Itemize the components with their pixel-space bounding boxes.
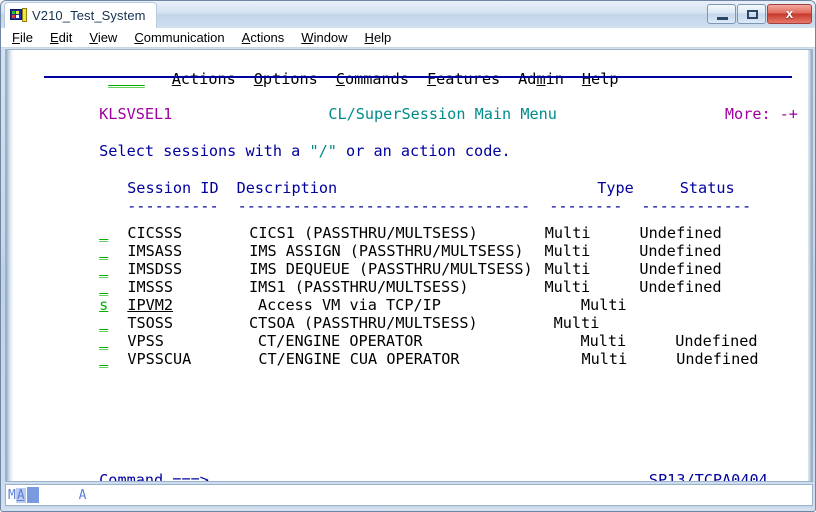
instruction-text-part1: Select sessions with a bbox=[99, 142, 310, 161]
window-title-tab[interactable]: V210_Test_System bbox=[4, 2, 157, 28]
more-indicator: -+ bbox=[779, 105, 798, 124]
action-bar-input[interactable]: ____ bbox=[108, 70, 145, 88]
menu-item-file[interactable]: File bbox=[12, 30, 33, 46]
panel-header-row: KLSVSEL1 CL/SuperSession Main Menu More: -+ bbox=[14, 87, 808, 123]
close-button[interactable]: x bbox=[767, 3, 812, 24]
table-row[interactable]: _ IMSDSS IMS DEQUEUE (PASSTHRU/MULTSESS) Mu… bbox=[14, 242, 808, 278]
column-header-row: Session ID Description Type Status bbox=[14, 161, 808, 197]
oia-connection-indicator: A bbox=[15, 487, 26, 503]
panel-id: KLSVSEL1 bbox=[99, 105, 173, 124]
terminal-emulator-window: V210_Test_System x File Edit View Commun… bbox=[0, 0, 816, 512]
instruction-row: Select sessions with a "/" or an action … bbox=[14, 124, 808, 160]
terminal-left-border bbox=[6, 50, 14, 481]
action-bar-item-features[interactable]: Features bbox=[427, 70, 500, 88]
instruction-text-part2: or an action code. bbox=[336, 142, 511, 161]
row-status: Undefined bbox=[676, 350, 759, 369]
status-bar-shadow bbox=[5, 506, 813, 510]
table-row[interactable]: _ IMSSS IMS1 (PASSTHRU/MULTSESS) Multi Undef… bbox=[14, 260, 808, 296]
maximize-icon bbox=[747, 9, 758, 19]
close-icon: x bbox=[785, 6, 794, 21]
oia-cursor-block bbox=[26, 487, 39, 503]
menu-item-view[interactable]: View bbox=[89, 30, 117, 46]
minimize-icon bbox=[717, 16, 728, 20]
minimize-button[interactable] bbox=[707, 3, 736, 24]
row-session-id: VPSSCUA bbox=[127, 350, 192, 369]
row-action-input[interactable]: _ bbox=[99, 350, 108, 368]
3270-screen[interactable]: ____ Actions Options Commands Features Admin H… bbox=[14, 50, 808, 481]
command-line-row[interactable]: Command ===> SP13/TCPA0404 bbox=[14, 453, 808, 481]
action-bar-item-commands[interactable]: Commands bbox=[336, 70, 409, 88]
operator-information-area: MAA bbox=[5, 484, 813, 506]
menu-item-communication[interactable]: Communication bbox=[134, 30, 224, 46]
menu-item-edit[interactable]: Edit bbox=[50, 30, 72, 46]
action-bar-item-help[interactable]: Help bbox=[582, 70, 619, 88]
oia-indicators: MAA bbox=[8, 486, 86, 504]
window-controls: x bbox=[707, 3, 812, 24]
oia-machine-indicator: M bbox=[8, 487, 16, 503]
table-row[interactable]: _ TSOSS CTSOA (PASSTHRU/MULTSESS) Multi bbox=[14, 296, 808, 332]
more-label: More: bbox=[724, 105, 771, 124]
menu-item-actions[interactable]: Actions bbox=[242, 30, 285, 46]
table-row[interactable]: _ VPSSCUA CT/ENGINE CUA OPERATOR Multi Undef… bbox=[14, 332, 808, 368]
menu-item-help[interactable]: Help bbox=[365, 30, 392, 46]
application-menu-bar: File Edit View Communication Actions Win… bbox=[1, 28, 815, 48]
table-row[interactable]: _ CICSSS CICS1 (PASSTHRU/MULTSESS) Multi Und… bbox=[14, 206, 808, 242]
action-bar-item-actions[interactable]: Actions bbox=[172, 70, 236, 88]
oia-keyboard-indicator: A bbox=[78, 487, 87, 503]
function-key-row: EnterF1=HelpF3=ExitF5=RefreshF7=BkwdF8=F… bbox=[14, 471, 808, 481]
action-bar-separator bbox=[44, 76, 792, 78]
column-rule-row: ---------- ------------------------------… bbox=[14, 179, 808, 215]
action-bar-item-options[interactable]: Options bbox=[254, 70, 318, 88]
row-description: CT/ENGINE CUA OPERATOR bbox=[258, 350, 460, 369]
table-row[interactable]: _ IMSASS IMS ASSIGN (PASSTHRU/MULTSESS) Mul… bbox=[14, 224, 808, 260]
menu-item-window[interactable]: Window bbox=[301, 30, 347, 46]
row-type: Multi bbox=[581, 350, 628, 369]
pcomm-app-icon bbox=[10, 8, 27, 23]
window-title: V210_Test_System bbox=[32, 8, 146, 23]
instruction-slash: "/" bbox=[309, 142, 337, 161]
title-bar[interactable]: V210_Test_System x bbox=[1, 1, 815, 29]
panel-title: CL/SuperSession Main Menu bbox=[328, 105, 557, 124]
maximize-button[interactable] bbox=[737, 3, 766, 24]
table-row[interactable]: _ VPSS CT/ENGINE OPERATOR Multi Undefined bbox=[14, 314, 808, 350]
table-row-selected[interactable]: s IPVM2 Access VM via TCP/IP Multi bbox=[14, 278, 808, 314]
terminal-screen-area: ____ Actions Options Commands Features Admin H… bbox=[5, 49, 813, 482]
action-bar-item-admin[interactable]: Admin bbox=[518, 70, 564, 88]
host-action-bar: ____ Actions Options Commands Features Admin H… bbox=[14, 52, 808, 88]
